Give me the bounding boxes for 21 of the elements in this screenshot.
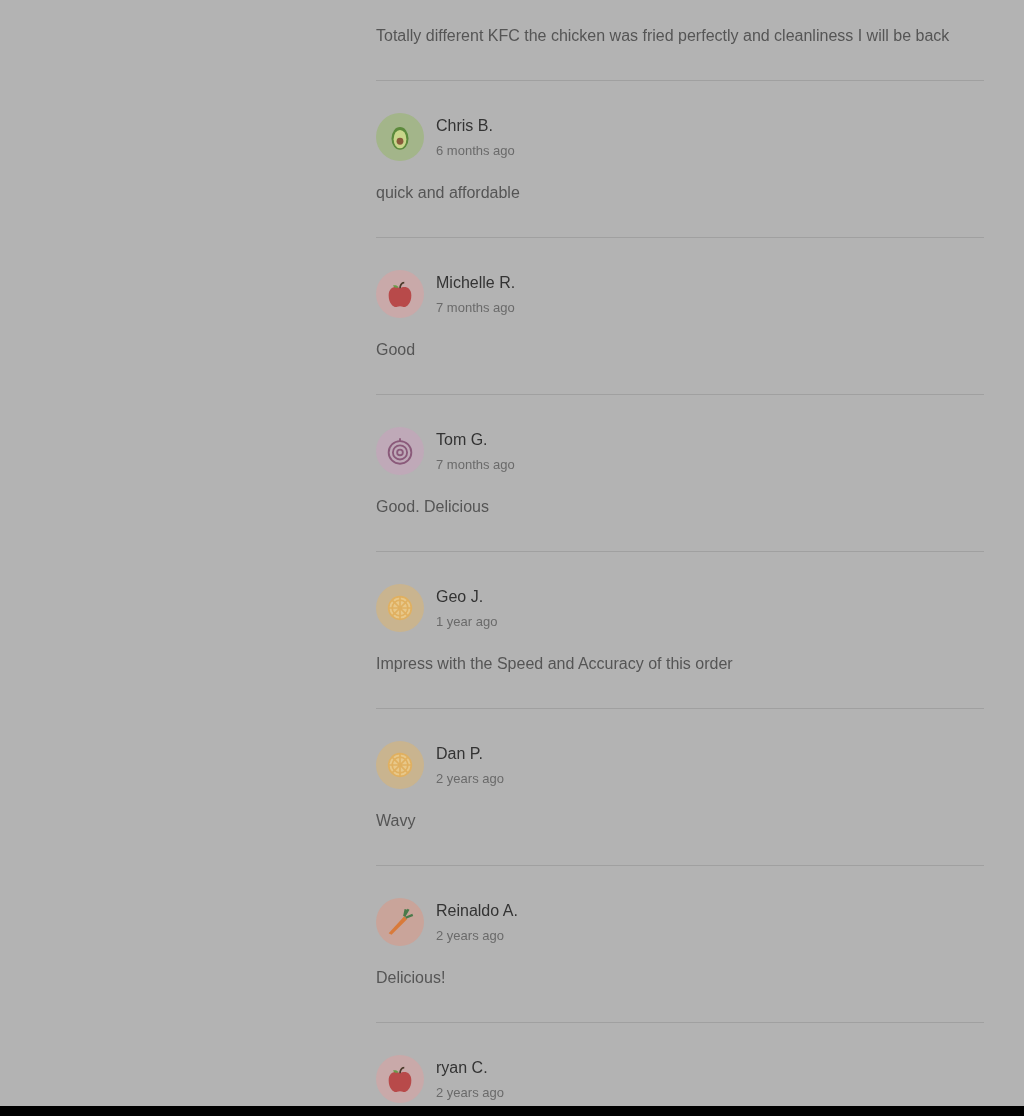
review-text: Totally different KFC the chicken was fried perfectly and cleanliness I will be back [376, 26, 951, 46]
review-date: 7 months ago [436, 456, 515, 474]
review-text: quick and affordable [376, 183, 521, 203]
reviewer-name: Chris B. [436, 116, 494, 136]
reviewer-name: Reinaldo A. [436, 901, 518, 921]
review-date: 7 months ago [436, 299, 516, 317]
review-text: Good. Delicious [376, 497, 490, 517]
review-date: 2 years ago [436, 1084, 504, 1102]
review-date: 1 year ago [436, 613, 498, 631]
review-date: 2 years ago [436, 770, 504, 788]
reviewer-name: Tom G. [436, 430, 489, 450]
reviewer-name: Michelle R. [436, 273, 516, 293]
review-text: Good [376, 340, 417, 360]
reviewer-name: Geo J. [436, 587, 485, 607]
review-text: Impress with the Speed and Accuracy of this order [376, 654, 734, 674]
review-text: Delicious! [376, 968, 447, 988]
review-date: 6 months ago [436, 142, 515, 160]
reviewer-name: ryan C. [436, 1058, 489, 1078]
review-date: 2 years ago [436, 927, 505, 945]
reviewer-name: Dan P. [436, 744, 484, 764]
review-text: Wavy [376, 811, 417, 831]
